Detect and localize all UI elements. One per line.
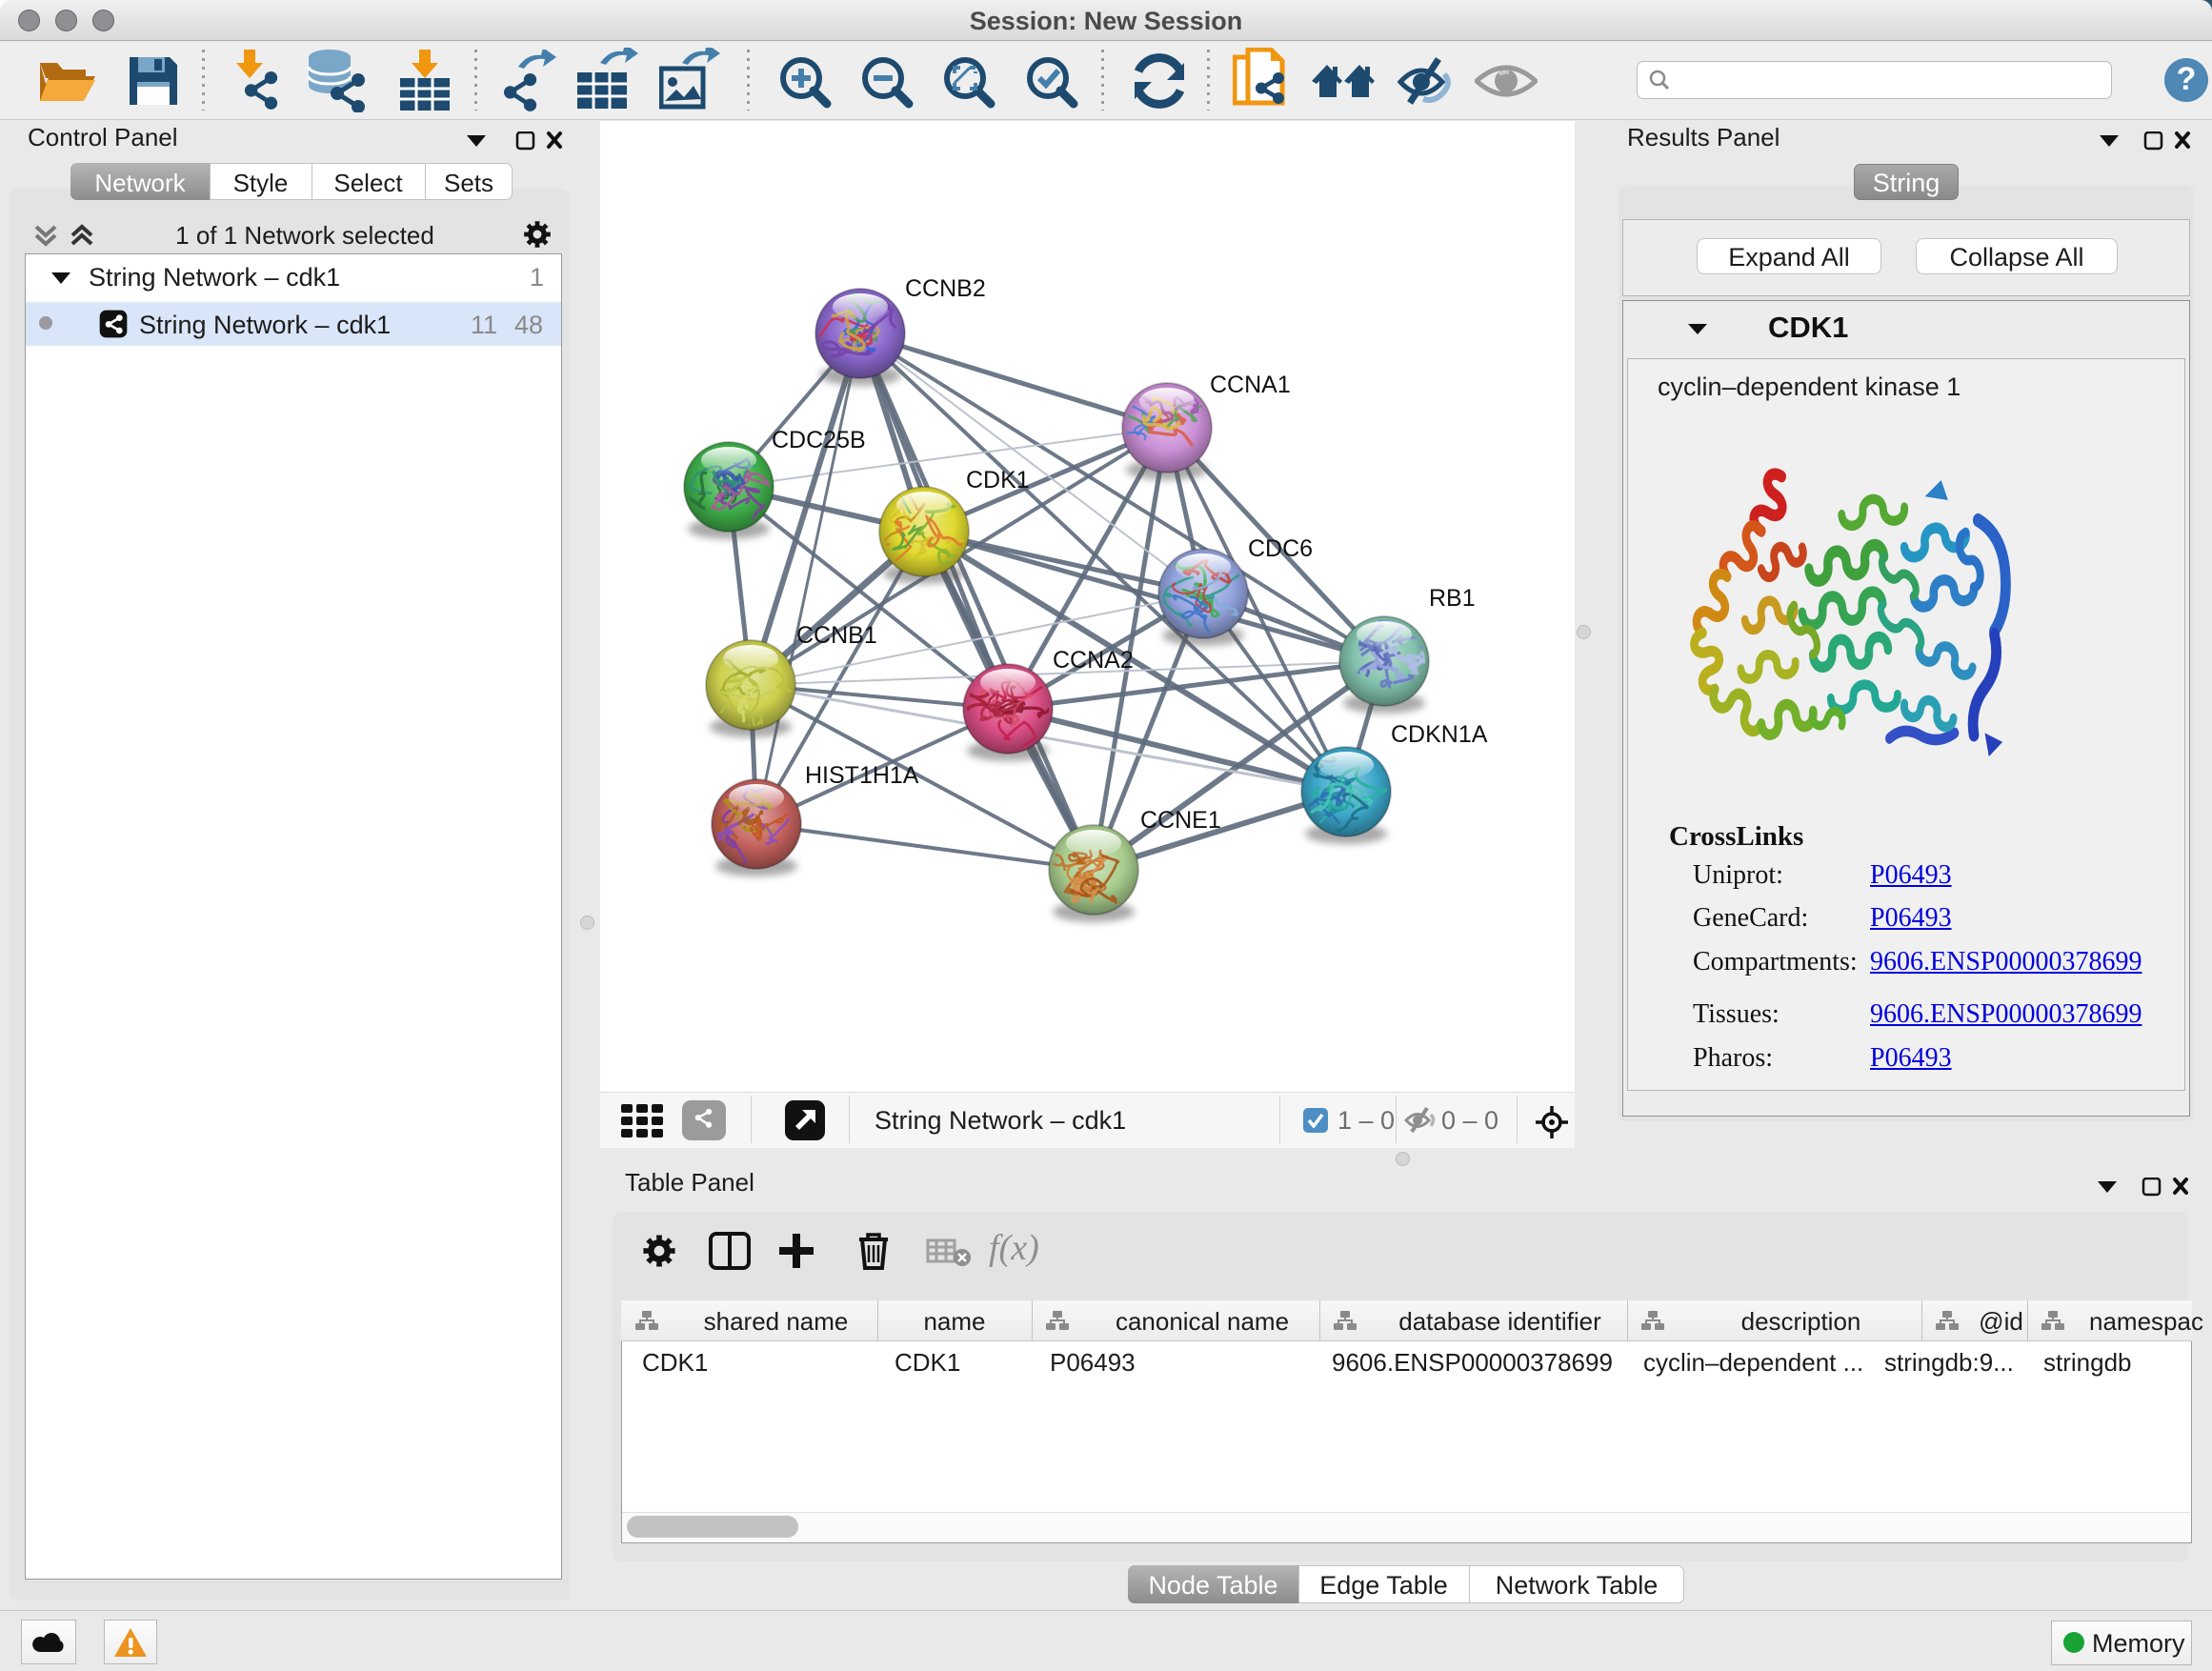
svg-text:CDKN1A: CDKN1A (1391, 721, 1488, 748)
svg-text:HIST1H1A: HIST1H1A (805, 762, 919, 789)
svg-text:RB1: RB1 (1429, 585, 1476, 612)
svg-text:CDK1: CDK1 (966, 467, 1030, 493)
svg-text:CCNA1: CCNA1 (1210, 372, 1291, 398)
svg-text:CCNA2: CCNA2 (1053, 647, 1134, 674)
svg-text:CCNE1: CCNE1 (1140, 807, 1221, 834)
svg-text:CCNB2: CCNB2 (905, 275, 986, 302)
svg-text:CDC25B: CDC25B (772, 427, 866, 453)
svg-text:CDC6: CDC6 (1248, 535, 1313, 562)
svg-text:CCNB1: CCNB1 (796, 622, 877, 649)
